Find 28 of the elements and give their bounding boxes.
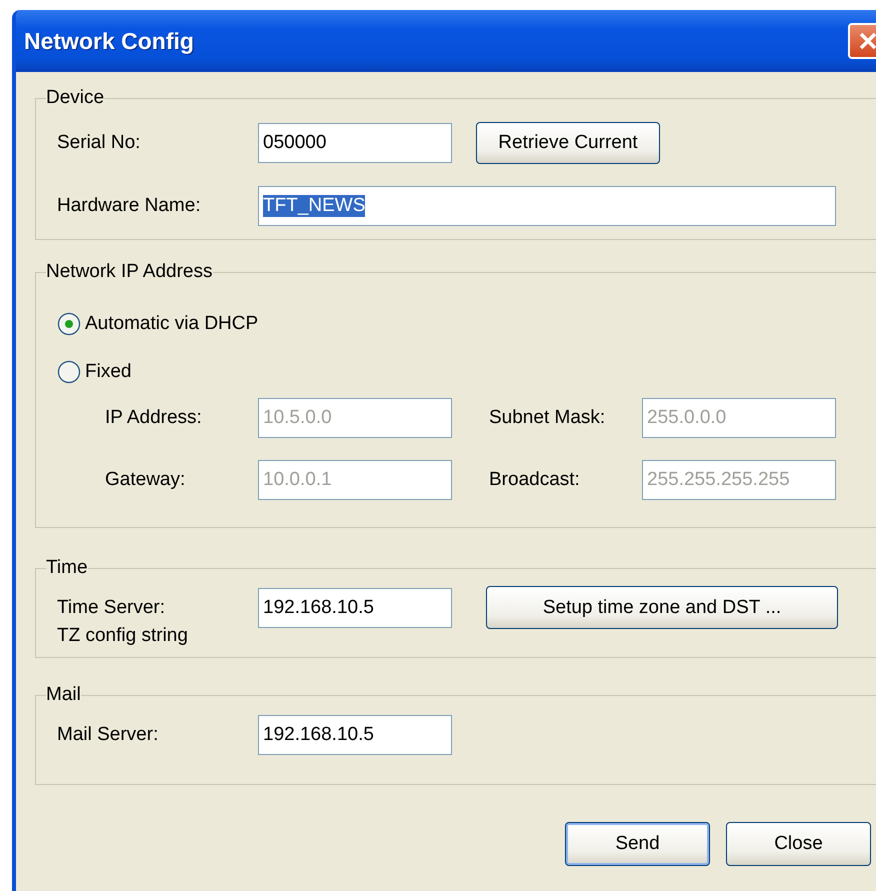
retrieve-button[interactable]: Retrieve Current	[476, 122, 660, 164]
dialog-button[interactable]: Send	[565, 822, 710, 866]
field-label: Gateway:	[105, 469, 186, 491]
group-legend: Time	[46, 558, 88, 578]
close-icon	[857, 30, 876, 52]
field-label: Subnet Mask:	[489, 407, 606, 429]
setup-button[interactable]: Setup time zone and DST ...	[486, 586, 838, 629]
radio-button[interactable]	[57, 312, 81, 336]
note-text: TZ config string	[57, 625, 189, 647]
field-label: IP Address:	[105, 407, 203, 429]
field-label: Mail Server:	[57, 724, 160, 746]
input-field[interactable]: 192.168.10.5	[258, 715, 452, 755]
input-field[interactable]: TFT_NEWS	[258, 186, 836, 226]
field-label: Hardware Name:	[57, 195, 202, 217]
radio-option[interactable]: Fixed	[57, 360, 132, 384]
radio-option[interactable]: Automatic via DHCP	[57, 312, 258, 336]
field-label: Broadcast:	[489, 469, 581, 491]
close-button[interactable]	[848, 23, 876, 59]
field-label: Serial No:	[57, 132, 142, 154]
group-legend: Network IP Address	[46, 262, 213, 282]
group-legend: Device	[46, 88, 104, 108]
group-legend: Mail	[46, 685, 81, 705]
input-field[interactable]: 050000	[258, 123, 452, 163]
input-field[interactable]: 192.168.10.5	[258, 588, 452, 628]
window-title: Network Config	[24, 28, 194, 54]
radio-button[interactable]	[57, 360, 81, 384]
field-label: Time Server:	[57, 596, 166, 618]
dialog-button[interactable]: Close	[726, 822, 871, 866]
